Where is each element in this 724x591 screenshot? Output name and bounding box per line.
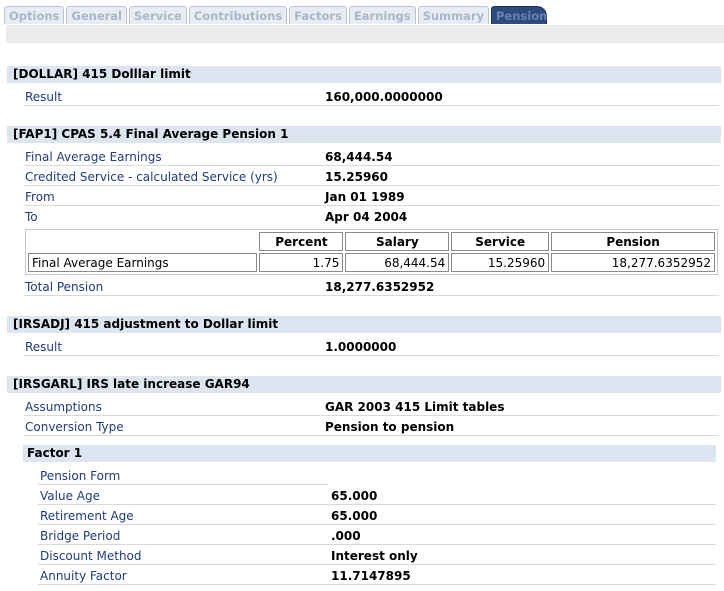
row-divider <box>328 544 716 545</box>
table-cell-percent: 1.75 <box>259 253 344 272</box>
row-divider <box>38 544 328 545</box>
factor-discount-method-value: Interest only <box>331 549 418 563</box>
row-divider <box>322 355 719 356</box>
fap1-credited-service-label: Credited Service - calculated Service (y… <box>25 170 278 184</box>
irsgarl-conversion-type-label: Conversion Type <box>25 420 124 434</box>
row-divider <box>322 105 719 106</box>
row-divider <box>38 484 328 485</box>
tab-factors[interactable]: Factors <box>289 6 347 24</box>
table-header-salary: Salary <box>345 232 450 251</box>
row-divider <box>24 185 322 186</box>
row-divider <box>328 564 716 565</box>
table-cell-service: 15.25960 <box>451 253 550 272</box>
factor-retirement-age-label: Retirement Age <box>40 509 134 523</box>
table-cell-salary: 68,444.54 <box>345 253 450 272</box>
tab-bar: Options General Service Contributions Fa… <box>4 6 549 25</box>
row-divider <box>38 524 328 525</box>
table-cell-label: Final Average Earnings <box>28 253 258 272</box>
irsgarl-assumptions-label: Assumptions <box>25 400 102 414</box>
tab-general[interactable]: General <box>66 6 127 24</box>
pension-calculation-table: Percent Salary Service Pension Final Ave… <box>25 229 718 275</box>
factor-annuity-factor-value: 11.7147895 <box>331 569 411 583</box>
row-divider <box>38 584 328 585</box>
table-header-row: Percent Salary Service Pension <box>28 232 715 251</box>
fap1-from-label: From <box>25 190 55 204</box>
factor-header: Factor 1 <box>23 445 716 462</box>
fap1-to-label: To <box>25 210 38 224</box>
factor-bridge-period-value: .000 <box>331 529 361 543</box>
row-divider <box>322 205 719 206</box>
tab-options[interactable]: Options <box>4 6 65 24</box>
row-divider <box>24 205 322 206</box>
row-divider <box>328 524 716 525</box>
factor-value-age-label: Value Age <box>40 489 100 503</box>
table-header-service: Service <box>451 232 550 251</box>
irsadj-result-label: Result <box>25 340 63 354</box>
row-divider <box>328 584 716 585</box>
fap1-final-average-earnings-value: 68,444.54 <box>325 150 393 164</box>
tab-summary[interactable]: Summary <box>417 6 489 24</box>
row-divider <box>24 415 322 416</box>
section-header-fap1: [FAP1] CPAS 5.4 Final Average Pension 1 <box>7 126 721 143</box>
section-header-irsgarl: [IRSGARL] IRS late increase GAR94 <box>7 376 721 393</box>
row-divider <box>328 504 716 505</box>
row-divider <box>322 165 719 166</box>
row-divider <box>24 355 322 356</box>
tab-pension[interactable]: Pension <box>491 6 547 24</box>
factor-annuity-factor-label: Annuity Factor <box>40 569 127 583</box>
factor-retirement-age-value: 65.000 <box>331 509 378 523</box>
table-header-empty <box>28 232 258 251</box>
fap1-total-pension-value: 18,277.6352952 <box>325 280 435 294</box>
row-divider <box>24 435 322 436</box>
row-divider <box>38 564 328 565</box>
tab-service[interactable]: Service <box>129 6 187 24</box>
factor-discount-method-label: Discount Method <box>40 549 142 563</box>
fap1-final-average-earnings-label: Final Average Earnings <box>25 150 162 164</box>
fap1-credited-service-value: 15.25960 <box>325 170 389 184</box>
dollar-result-label: Result <box>25 90 63 104</box>
section-header-dollar: [DOLLAR] 415 Dolllar limit <box>7 66 721 83</box>
tab-contributions[interactable]: Contributions <box>188 6 288 24</box>
irsgarl-assumptions-value: GAR 2003 415 Limit tables <box>325 400 505 414</box>
factor-value-age-value: 65.000 <box>331 489 378 503</box>
dollar-result-value: 160,000.0000000 <box>325 90 443 104</box>
toolbar-strip <box>6 25 724 43</box>
fap1-total-pension-label: Total Pension <box>25 280 104 294</box>
irsgarl-conversion-type-value: Pension to pension <box>325 420 455 434</box>
factor-pension-form-label: Pension Form <box>40 469 121 483</box>
fap1-to-value: Apr 04 2004 <box>325 210 408 224</box>
factor-bridge-period-label: Bridge Period <box>40 529 121 543</box>
row-divider <box>322 435 719 436</box>
section-header-irsadj: [IRSADJ] 415 adjustment to Dollar limit <box>7 316 721 333</box>
row-divider <box>24 165 322 166</box>
row-divider <box>322 185 719 186</box>
row-divider <box>38 504 328 505</box>
table-header-percent: Percent <box>259 232 344 251</box>
table-cell-pension: 18,277.6352952 <box>551 253 715 272</box>
tab-earnings[interactable]: Earnings <box>348 6 416 24</box>
row-divider <box>24 295 322 296</box>
fap1-from-value: Jan 01 1989 <box>325 190 405 204</box>
row-divider <box>322 295 719 296</box>
table-header-pension: Pension <box>551 232 715 251</box>
table-row: Final Average Earnings 1.75 68,444.54 15… <box>28 253 715 272</box>
irsadj-result-value: 1.0000000 <box>325 340 397 354</box>
row-divider <box>322 415 719 416</box>
row-divider <box>24 105 322 106</box>
